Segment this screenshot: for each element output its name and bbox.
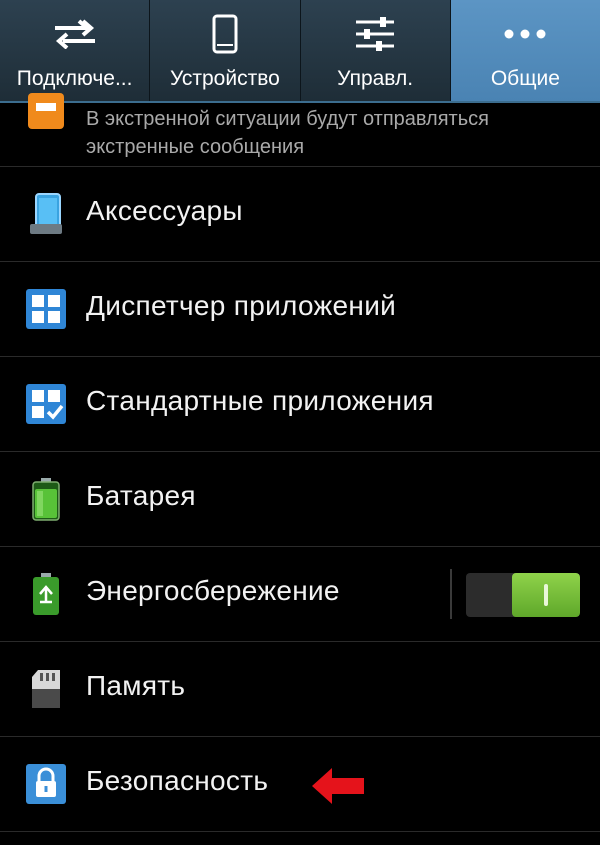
phone-icon — [200, 12, 250, 56]
tab-label: Подключе... — [16, 67, 133, 90]
item-label: Энергосбережение — [86, 575, 340, 606]
emergency-description: В экстренной ситуации будут отправляться… — [86, 105, 489, 161]
storage-item[interactable]: Память — [0, 642, 600, 737]
item-label: Память — [86, 670, 186, 701]
power-saving-toggle[interactable] — [466, 573, 580, 617]
tab-controls[interactable]: Управл. — [300, 0, 451, 101]
accessories-item[interactable]: Аксессуары — [0, 167, 600, 262]
item-label: Безопасность — [86, 765, 269, 796]
security-item[interactable]: Безопасность — [0, 737, 600, 832]
power-saving-item[interactable]: Энергосбережение — [0, 547, 600, 642]
more-dots-icon — [500, 12, 550, 56]
tab-label: Общие — [490, 67, 560, 90]
description-line: В экстренной ситуации будут отправляться — [86, 108, 489, 130]
emergency-icon — [24, 89, 68, 133]
settings-list: В экстренной ситуации будут отправляться… — [0, 93, 600, 832]
default-apps-item[interactable]: Стандартные приложения — [0, 357, 600, 452]
battery-item[interactable]: Батарея — [0, 452, 600, 547]
sd-card-icon — [24, 667, 68, 711]
pointer-arrow-icon — [312, 767, 364, 805]
sliders-icon — [350, 12, 400, 56]
transfer-arrows-icon — [50, 12, 100, 56]
accessory-phone-icon — [24, 192, 68, 236]
item-label: Аксессуары — [86, 195, 243, 226]
default-apps-icon — [24, 382, 68, 426]
tab-general[interactable]: Общие — [450, 0, 600, 101]
battery-icon — [24, 477, 68, 521]
item-label: Батарея — [86, 480, 196, 511]
divider — [450, 569, 452, 619]
emergency-mode-item[interactable]: В экстренной ситуации будут отправляться… — [0, 93, 600, 167]
tab-label: Устройство — [169, 67, 280, 90]
app-grid-icon — [24, 287, 68, 331]
tab-label: Управл. — [337, 67, 414, 90]
tab-connections[interactable]: Подключе... — [0, 0, 151, 101]
tab-device[interactable]: Устройство — [150, 0, 301, 101]
toggle-thumb[interactable] — [512, 573, 580, 617]
lock-icon — [24, 762, 68, 806]
power-saving-icon — [24, 572, 68, 616]
tab-bar: Подключе... Устройство Управл. Общие — [0, 0, 600, 103]
app-manager-item[interactable]: Диспетчер приложений — [0, 262, 600, 357]
item-label: Диспетчер приложений — [86, 290, 397, 321]
description-line: экстренные сообщения — [86, 136, 305, 158]
item-label: Стандартные приложения — [86, 385, 434, 416]
